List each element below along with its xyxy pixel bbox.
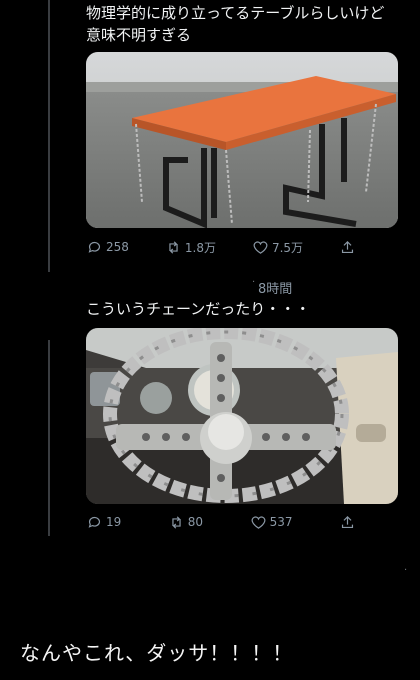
tweet-1-text: 物理学的に成り立ってるテーブルらしいけど意味不明すぎる [86, 4, 385, 44]
more-dot: · [252, 277, 256, 288]
heart-icon [253, 241, 268, 254]
retweet-icon [169, 240, 178, 254]
share-button[interactable] [339, 514, 356, 531]
tweet-2-image-steering-wheel[interactable] [86, 328, 398, 504]
thread-line-1 [48, 0, 50, 272]
like-count: 537 [269, 515, 293, 529]
like-count: 7.5万 [271, 240, 304, 255]
caption-text: なんやこれ、ダッサ！！！！ [20, 641, 294, 665]
share-icon [341, 515, 354, 528]
retweet-count: 1.8万 [184, 240, 216, 255]
like-button[interactable]: 537 [250, 514, 293, 531]
retweet-icon [172, 515, 181, 529]
reply-count: 258 [106, 240, 129, 254]
reply-button[interactable]: 258 [86, 239, 129, 256]
reply-button[interactable]: 19 [86, 514, 121, 531]
reply-icon [88, 241, 100, 253]
like-button[interactable]: 7.5万 [252, 239, 303, 256]
tweet-2-timestamp[interactable]: 8時間 [258, 278, 292, 297]
thread-line-2 [48, 340, 50, 536]
separator-dot: · [404, 565, 408, 576]
reply-icon [88, 516, 100, 528]
share-button[interactable] [339, 239, 356, 256]
retweet-button[interactable]: 1.8万 [165, 239, 216, 256]
tweet-1-actions: 258 1.8万 7.5万 [86, 237, 356, 257]
tweet-1-image-table[interactable] [86, 52, 398, 228]
heart-icon [251, 516, 265, 529]
tweet-2-actions: 19 80 537 [86, 512, 356, 532]
reply-count: 19 [106, 515, 122, 529]
tweet-2-text: こういうチェーンだったり・・・ [86, 300, 311, 318]
retweet-button[interactable]: 80 [168, 514, 203, 531]
share-icon [341, 240, 354, 253]
retweet-count: 80 [187, 515, 204, 529]
